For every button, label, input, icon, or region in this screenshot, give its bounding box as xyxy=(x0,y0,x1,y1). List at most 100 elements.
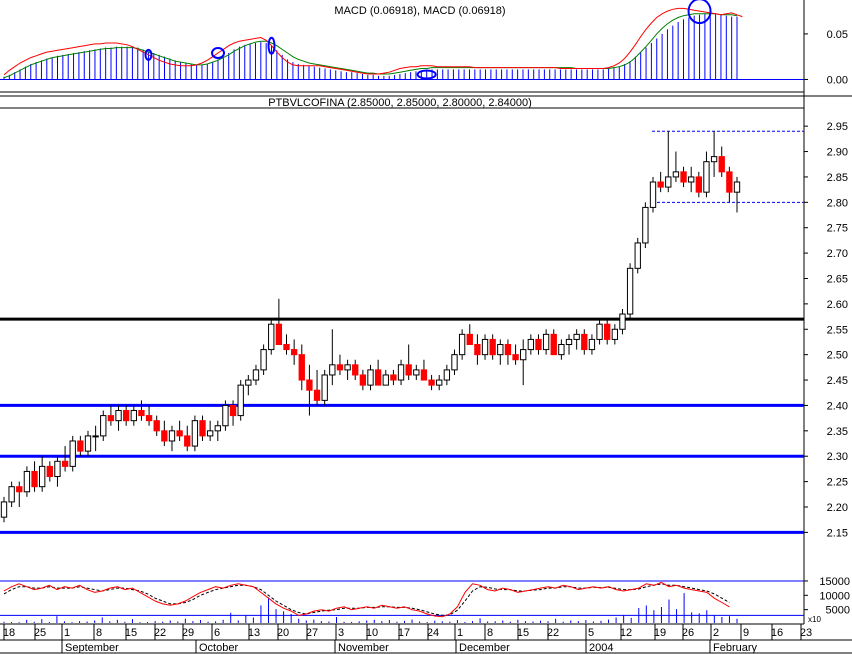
date-tick-label: 18 xyxy=(3,627,15,639)
candle-body xyxy=(275,323,283,346)
price-y-tick-label: 2.40 xyxy=(827,400,848,412)
candle-body xyxy=(665,176,672,188)
price-title: PTBVLCOFINA (2.85000, 2.85000, 2.80000, … xyxy=(268,97,532,109)
month-label: November xyxy=(338,642,389,654)
candle-body xyxy=(184,435,191,447)
date-tick-label: 22 xyxy=(547,627,559,639)
price-y-tick-label: 2.60 xyxy=(827,299,848,311)
candle-body xyxy=(558,344,565,356)
date-tick-label: 16 xyxy=(771,627,783,639)
date-tick-label: 25 xyxy=(34,627,46,639)
candle-body xyxy=(168,430,176,442)
candle-body xyxy=(92,435,99,438)
candle-body xyxy=(283,344,290,351)
candle-body xyxy=(481,338,489,356)
candle-body xyxy=(458,333,466,356)
candle-body xyxy=(626,267,634,315)
date-tick-label: 6 xyxy=(214,627,220,639)
candle-body xyxy=(596,323,603,340)
candle-body xyxy=(260,349,267,371)
candle-body xyxy=(31,470,38,488)
date-tick-label: 29 xyxy=(182,627,194,639)
candle-body xyxy=(138,410,145,417)
candle-body xyxy=(153,420,160,432)
price-y-tick-label: 2.30 xyxy=(827,451,848,463)
candle-body xyxy=(642,206,649,244)
candle-body xyxy=(46,465,53,478)
candle-body xyxy=(237,384,244,417)
candle-body xyxy=(382,374,389,386)
date-tick-label: 13 xyxy=(248,627,260,639)
candle-body xyxy=(672,171,680,178)
candle-body xyxy=(436,379,443,386)
price-y-tick-label: 2.45 xyxy=(827,375,848,387)
candle-body xyxy=(16,486,23,493)
technical-analysis-chart: 0.05 0.00 2.95 2.90 2.85 2.80 2.75 2.70 2.65 2.6… xyxy=(0,0,852,654)
candle-body xyxy=(474,344,481,356)
candle-body xyxy=(54,460,61,478)
candle-body xyxy=(649,181,657,208)
candle-body xyxy=(718,156,725,173)
macd-y-tick-label: 0.00 xyxy=(827,74,848,86)
date-tick-label: 1 xyxy=(64,627,70,639)
candle-body xyxy=(61,460,69,467)
candle-body xyxy=(122,410,130,422)
candle-body xyxy=(619,313,626,330)
volume-y-tick-label: 5000 xyxy=(826,605,850,617)
date-tick-label: 19 xyxy=(654,627,666,639)
candle-body xyxy=(39,465,46,488)
date-tick-label: 2 xyxy=(713,627,719,639)
candle-body xyxy=(703,161,710,193)
candle-body xyxy=(367,369,374,386)
candle-body xyxy=(23,470,31,493)
macd-y-tick-label: 0.05 xyxy=(827,29,848,41)
candle-body xyxy=(84,435,92,452)
month-label: October xyxy=(199,642,238,654)
candle-body xyxy=(336,364,344,371)
candle-body xyxy=(344,364,351,371)
candle-body xyxy=(77,440,84,452)
volume-y-tick-label: 10000 xyxy=(819,590,850,602)
date-tick-label: 3 xyxy=(338,627,344,639)
macd-title: MACD (0.06918), MACD (0.06918) xyxy=(334,5,505,17)
candle-body xyxy=(107,415,115,422)
price-y-tick-label: 2.95 xyxy=(827,121,848,133)
candle-body xyxy=(100,415,107,437)
candle-body xyxy=(214,425,221,432)
date-tick-label: 8 xyxy=(96,627,102,639)
candle-body xyxy=(588,338,596,351)
candle-body xyxy=(428,379,435,386)
date-tick-label: 17 xyxy=(398,627,410,639)
candle-body xyxy=(573,333,580,340)
candle-body xyxy=(176,430,183,437)
candle-body xyxy=(710,156,718,163)
candle-body xyxy=(191,420,199,447)
candle-body xyxy=(359,374,367,386)
candle-body xyxy=(497,344,504,356)
candle-body xyxy=(611,328,619,340)
candle-body xyxy=(298,354,305,381)
candle-body xyxy=(413,369,420,376)
date-tick-label: 9 xyxy=(743,627,749,639)
candle-body xyxy=(527,338,535,351)
candle-body xyxy=(451,354,458,371)
price-y-tick-label: 2.55 xyxy=(827,324,848,336)
candle-body xyxy=(504,344,512,356)
candle-body xyxy=(397,364,405,381)
price-y-tick-label: 2.75 xyxy=(827,223,848,235)
candle-body xyxy=(466,333,473,346)
candle-body xyxy=(688,176,695,183)
date-tick-label: 12 xyxy=(620,627,632,639)
candle-body xyxy=(420,369,428,381)
candle-body xyxy=(8,486,15,503)
candle-body xyxy=(542,333,550,351)
month-label: December xyxy=(459,642,510,654)
candle-body xyxy=(245,379,252,386)
price-y-tick-label: 2.80 xyxy=(827,197,848,209)
price-y-tick-label: 2.50 xyxy=(827,350,848,362)
candle-body xyxy=(443,369,451,381)
candle-body xyxy=(252,369,260,381)
price-y-tick-label: 2.20 xyxy=(827,502,848,514)
candle-body xyxy=(268,323,275,351)
candle-body xyxy=(695,176,702,193)
